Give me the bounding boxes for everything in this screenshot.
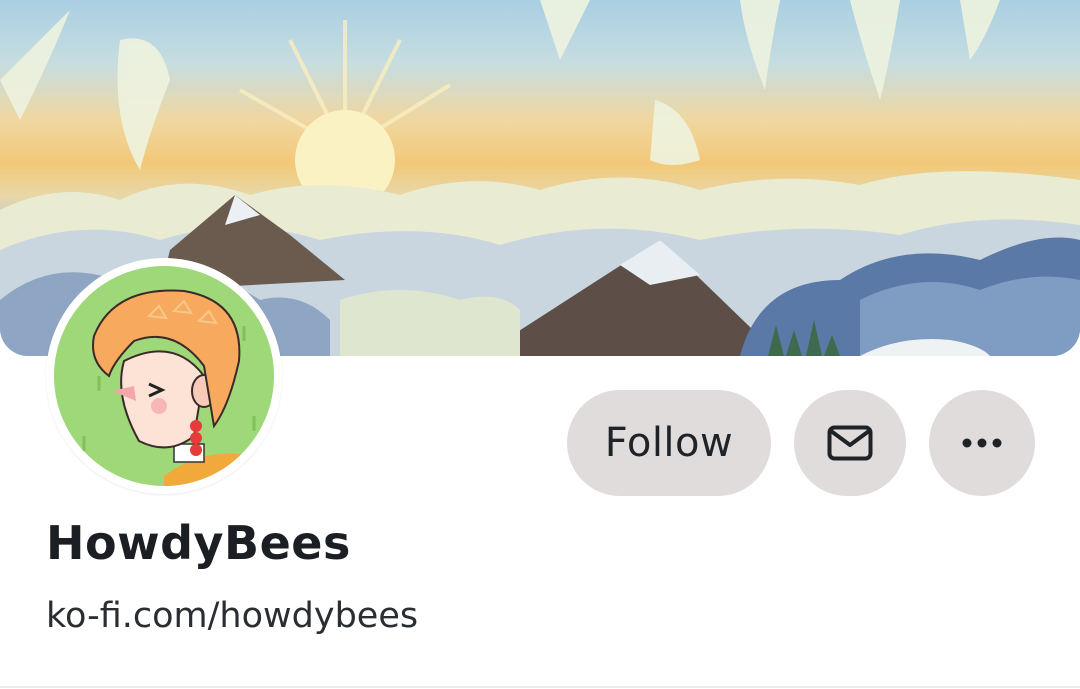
divider <box>0 686 1080 688</box>
more-options-button[interactable] <box>929 390 1035 496</box>
message-button[interactable] <box>794 390 906 496</box>
mail-icon <box>827 425 873 461</box>
profile-name: HowdyBees <box>46 516 351 570</box>
follow-button[interactable]: Follow <box>567 390 771 496</box>
profile-url[interactable]: ko-fi.com/howdybees <box>46 596 418 636</box>
avatar[interactable] <box>46 258 282 494</box>
more-horizontal-icon <box>962 438 1002 448</box>
avatar-illustration <box>54 266 274 486</box>
